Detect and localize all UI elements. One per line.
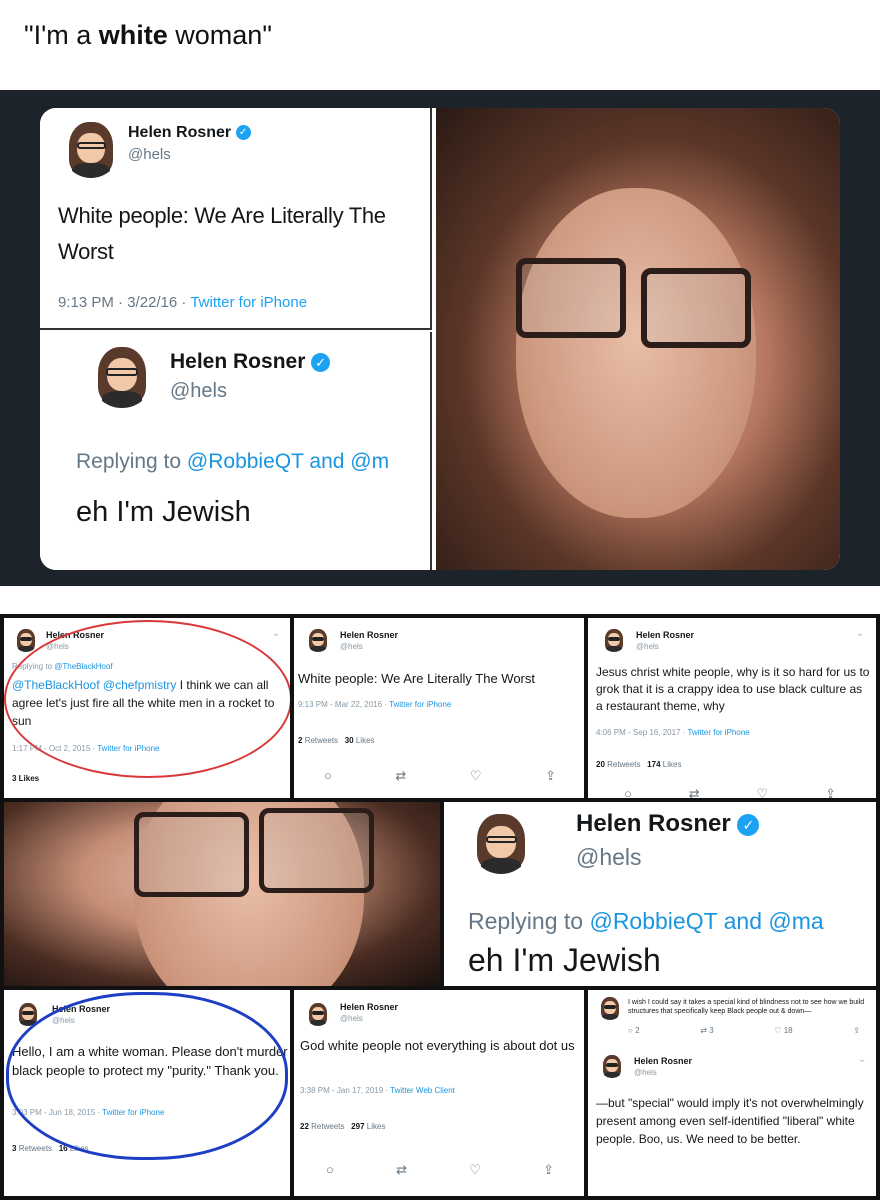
verified-badge-icon: ✓ bbox=[311, 352, 331, 372]
user-handle: @hels bbox=[636, 642, 659, 651]
heart-icon[interactable]: ♡ bbox=[757, 786, 769, 798]
avatar bbox=[600, 1054, 624, 1078]
tweet-card-2: Helen Rosner ✓ @hels Replying to @Robbie… bbox=[40, 332, 432, 570]
tweet-text: eh I'm Jewish bbox=[468, 942, 661, 978]
avatar bbox=[306, 1002, 330, 1026]
tweet-time: 9:13 PM · 3/22/16 · bbox=[58, 294, 187, 311]
reply-line: Replying to @RobbieQT and @m bbox=[76, 450, 389, 474]
tweet-meta: 9:13 PM - Mar 22, 2016 · Twitter for iPh… bbox=[298, 700, 452, 709]
retweet-icon[interactable]: ⇄ bbox=[689, 786, 700, 798]
tweet-actions: ○ ⇄ ♡ ⇪ bbox=[324, 768, 556, 784]
caption-suffix: woman" bbox=[167, 20, 272, 50]
collage-tweet-7: Helen Rosner @hels God white people not … bbox=[294, 990, 584, 1196]
user-handle: @hels bbox=[634, 1068, 657, 1077]
chevron-down-icon[interactable]: ⌄ bbox=[858, 1054, 866, 1065]
display-name: Helen Rosner bbox=[128, 124, 232, 141]
chevron-down-icon[interactable]: ⌄ bbox=[272, 628, 280, 639]
retweet-icon[interactable]: ⇄ bbox=[395, 768, 406, 784]
avatar bbox=[14, 628, 38, 652]
woman-photo bbox=[436, 108, 840, 570]
tweet-actions: ○ ⇄ ♡ ⇪ bbox=[326, 1162, 554, 1178]
share-icon[interactable]: ⇪ bbox=[853, 1026, 860, 1035]
tweet-text: Jesus christ white people, why is it so … bbox=[596, 665, 870, 713]
display-name: Helen Rosner bbox=[340, 1002, 399, 1012]
tweet-header: Helen Rosner ✓ bbox=[128, 124, 251, 142]
avatar bbox=[602, 628, 626, 652]
display-name: Helen Rosner bbox=[576, 810, 731, 837]
blue-highlight-circle bbox=[6, 992, 288, 1160]
verified-badge-icon: ✓ bbox=[235, 125, 251, 141]
collage-tweet-1: Helen Rosner @hels ⌄ Replying to @TheBla… bbox=[4, 618, 290, 798]
collage-tweet-8: I wish I could say it takes a special ki… bbox=[588, 990, 876, 1196]
collage-tweet-3: Helen Rosner @hels ⌄ Jesus christ white … bbox=[588, 618, 876, 798]
red-highlight-circle bbox=[4, 620, 290, 778]
avatar bbox=[470, 812, 532, 874]
reply-prefix: Replying to bbox=[76, 450, 182, 473]
reply-mentions[interactable]: @RobbieQT and @m bbox=[187, 450, 389, 473]
tweet-collage: Helen Rosner @hels ⌄ Replying to @TheBla… bbox=[0, 614, 880, 1200]
display-name: Helen Rosner bbox=[634, 1056, 693, 1066]
user-handle: @hels bbox=[340, 642, 363, 651]
display-name: Helen Rosner bbox=[170, 350, 306, 373]
woman-photo-closeup bbox=[4, 802, 440, 986]
previous-tweet-text: I wish I could say it takes a special ki… bbox=[628, 999, 865, 1015]
tweet-meta: 3:38 PM - Jan 17, 2019 · Twitter Web Cli… bbox=[300, 1086, 455, 1095]
share-icon[interactable]: ⇪ bbox=[543, 1162, 554, 1178]
tweet-card-1: Helen Rosner ✓ @hels White people: We Ar… bbox=[40, 108, 432, 330]
tweet-text: God white people not everything is about… bbox=[300, 1038, 575, 1053]
avatar bbox=[306, 628, 330, 652]
reply-icon[interactable]: ○ bbox=[326, 1162, 334, 1178]
share-icon[interactable]: ⇪ bbox=[825, 786, 836, 798]
reply-line: Replying to @RobbieQT and @ma bbox=[468, 908, 824, 934]
avatar bbox=[62, 120, 120, 178]
heart-icon[interactable]: ♡ bbox=[469, 1162, 481, 1178]
tweet-meta: 9:13 PM · 3/22/16 · Twitter for iPhone bbox=[58, 294, 307, 311]
chevron-down-icon[interactable]: ⌄ bbox=[856, 628, 864, 639]
tweet-text: eh I'm Jewish bbox=[76, 496, 251, 528]
tweet-header: Helen Rosner ✓ bbox=[170, 350, 331, 374]
user-handle: @hels bbox=[128, 146, 171, 163]
tweet-stats: 2 Retweets 30 Likes bbox=[298, 736, 375, 745]
user-handle: @hels bbox=[576, 844, 642, 870]
collage-tweet-2: Helen Rosner @hels White people: We Are … bbox=[294, 618, 584, 798]
meme-image-top: Helen Rosner ✓ @hels White people: We Ar… bbox=[0, 90, 880, 586]
user-handle: @hels bbox=[340, 1014, 363, 1023]
retweet-icon[interactable]: ⇄ bbox=[396, 1162, 407, 1178]
avatar bbox=[90, 344, 154, 408]
retweet-icon[interactable]: ⇄ 3 bbox=[700, 1026, 713, 1035]
tweet-text: White people: We Are Literally The Worst bbox=[58, 203, 386, 264]
heart-icon[interactable]: ♡ bbox=[470, 768, 482, 784]
caption-prefix: "I'm a bbox=[24, 20, 99, 50]
collage-tweet-5: Helen Rosner ✓ @hels Replying to @Robbie… bbox=[444, 802, 876, 986]
avatar bbox=[598, 996, 622, 1020]
reply-mentions[interactable]: @RobbieQT and @ma bbox=[589, 908, 823, 934]
collage-tweet-6: Helen Rosner @hels Hello, I am a white w… bbox=[4, 990, 290, 1196]
reply-icon[interactable]: ○ 2 bbox=[628, 1026, 640, 1035]
user-handle: @hels bbox=[170, 380, 227, 402]
tweet-likes: 3 Likes bbox=[12, 774, 40, 783]
verified-badge-icon: ✓ bbox=[737, 813, 760, 836]
tweet-stats: 22 Retweets 297 Likes bbox=[300, 1122, 386, 1131]
tweet-stats: 20 Retweets 174 Likes bbox=[596, 760, 682, 769]
tweet-text: —but "special" would imply it's not over… bbox=[596, 1096, 864, 1146]
tweet-header: Helen Rosner ✓ bbox=[576, 810, 760, 838]
previous-tweet-actions: ○ 2 ⇄ 3 ♡ 18 ⇪ bbox=[628, 1026, 860, 1035]
tweet-client: Twitter for iPhone bbox=[190, 294, 308, 311]
post-caption: "I'm a white woman" bbox=[24, 20, 272, 51]
reply-icon[interactable]: ○ bbox=[324, 768, 332, 784]
heart-icon[interactable]: ♡ 18 bbox=[774, 1026, 792, 1035]
tweet-actions: ○ ⇄ ♡ ⇪ bbox=[624, 786, 836, 798]
share-icon[interactable]: ⇪ bbox=[545, 768, 556, 784]
caption-bold-word: white bbox=[98, 20, 168, 50]
display-name: Helen Rosner bbox=[636, 630, 695, 640]
tweet-meta: 4:06 PM - Sep 16, 2017 · Twitter for iPh… bbox=[596, 728, 750, 737]
display-name: Helen Rosner bbox=[340, 630, 399, 640]
tweet-text: White people: We Are Literally The Worst bbox=[298, 671, 535, 686]
meme-top-frame: Helen Rosner ✓ @hels White people: We Ar… bbox=[40, 108, 840, 570]
reply-icon[interactable]: ○ bbox=[624, 786, 632, 798]
